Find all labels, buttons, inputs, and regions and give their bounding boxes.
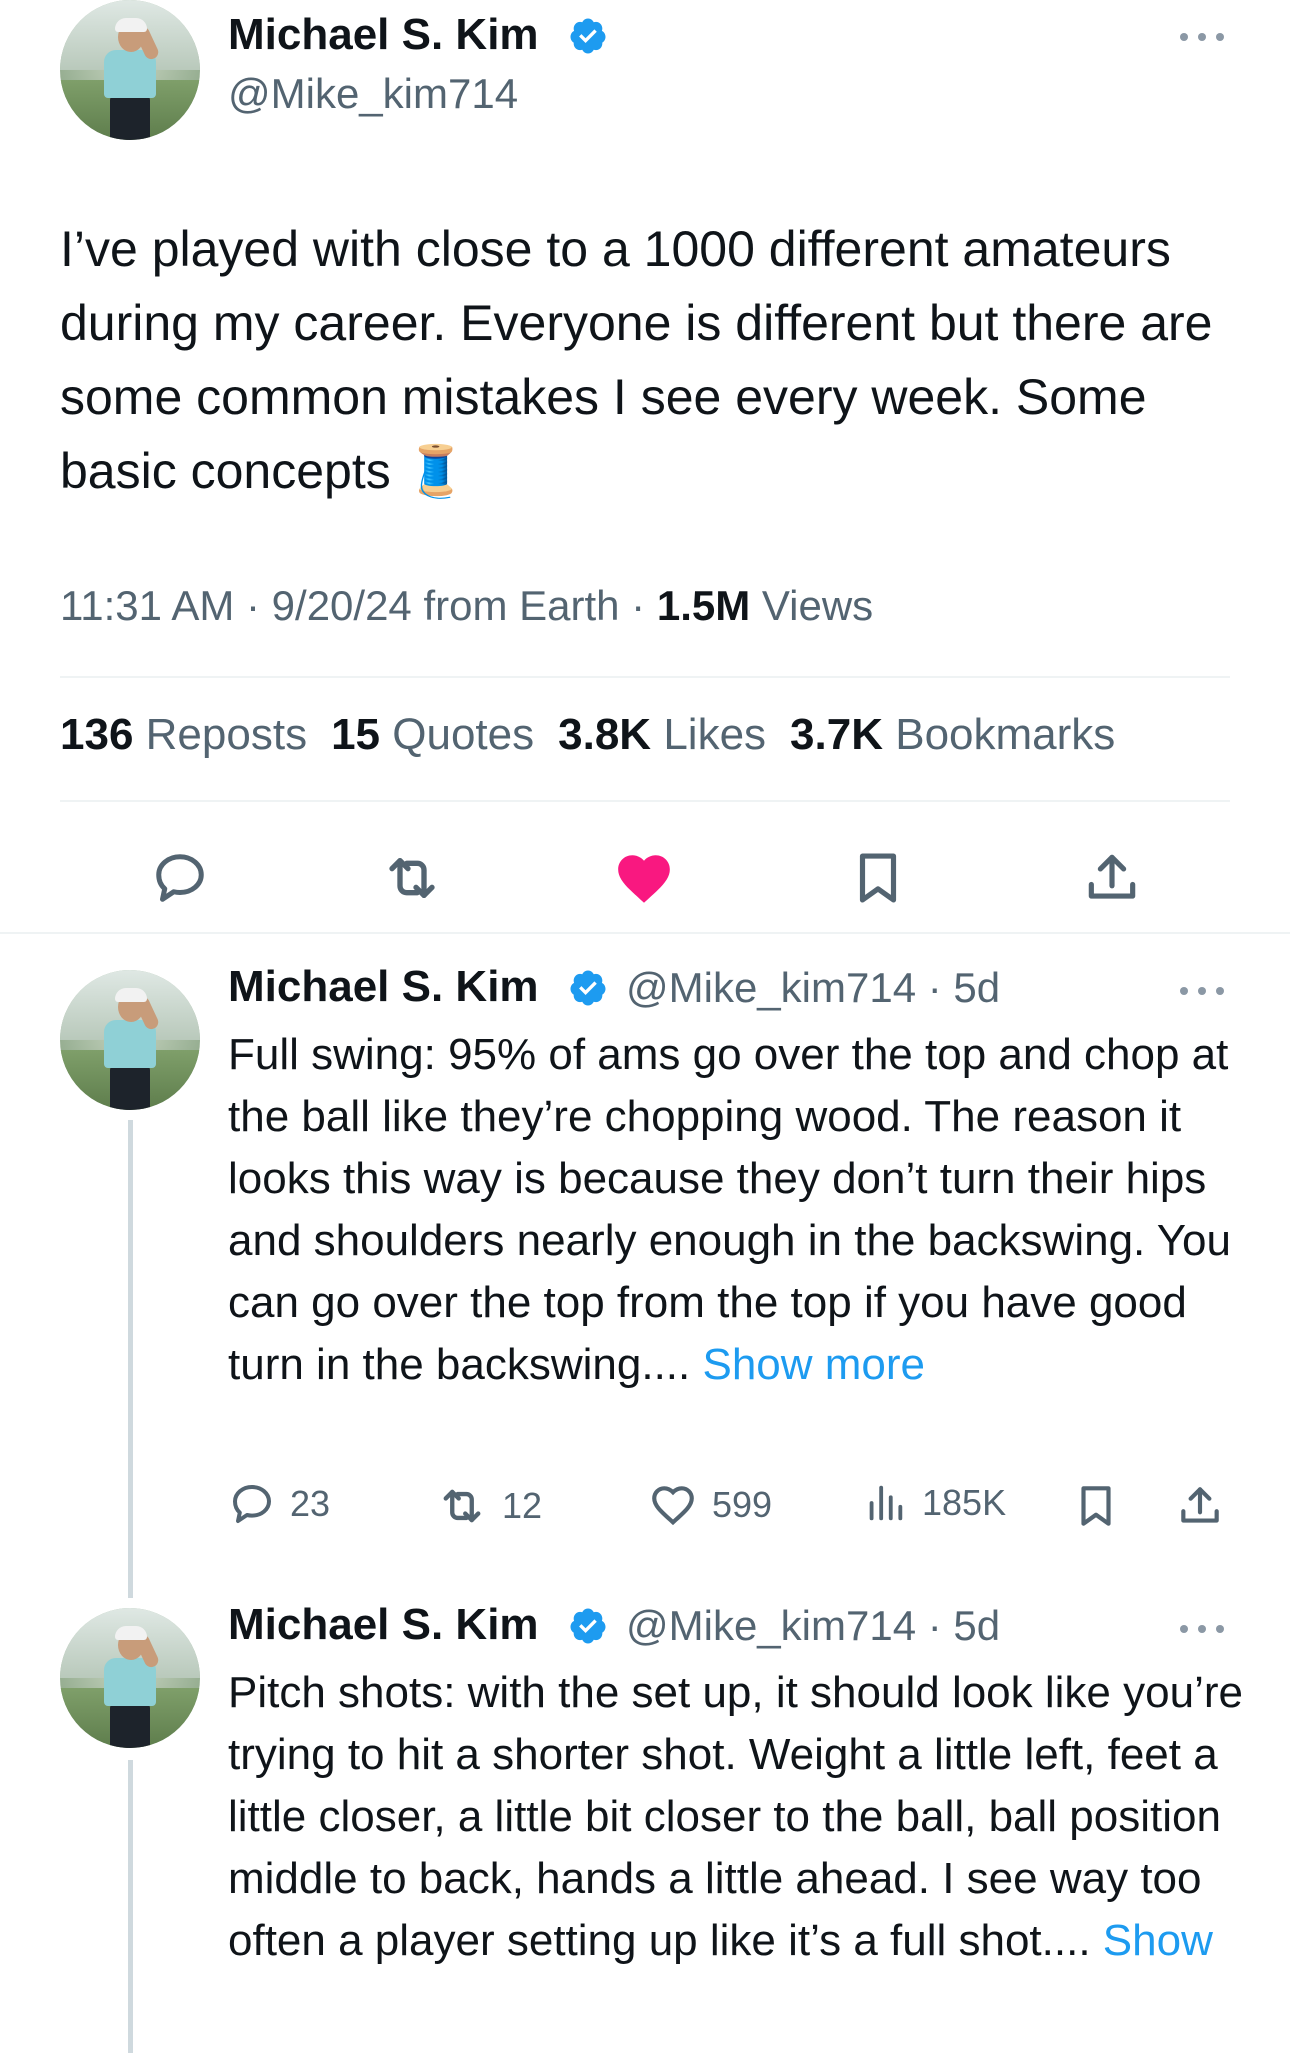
bookmark-icon — [859, 853, 897, 903]
bookmarks-label[interactable]: Bookmarks — [895, 710, 1115, 759]
reposts-count[interactable]: 136 — [60, 710, 133, 759]
divider — [60, 676, 1230, 678]
reply-icon — [233, 1485, 271, 1523]
verified-badge-icon — [570, 970, 606, 1006]
reply-count: 23 — [290, 1483, 331, 1524]
tweet-meta: 11:31 AM · 9/20/24 from Earth · 1.5M Vie… — [60, 582, 873, 630]
share-button[interactable] — [1072, 838, 1152, 918]
repost-button[interactable] — [372, 838, 452, 918]
heart-icon — [652, 1486, 694, 1526]
repost-count: 12 — [502, 1485, 543, 1526]
author-avatar[interactable] — [60, 970, 200, 1110]
like-button[interactable] — [604, 838, 684, 918]
tweet-text: I’ve played with close to a 1000 differe… — [60, 221, 1213, 499]
divider — [0, 932, 1290, 934]
views-label: Views — [750, 582, 874, 629]
share-icon — [1181, 1487, 1219, 1523]
reply-body: Full swing: 95% of ams go over the top a… — [228, 1030, 1231, 1389]
views-count: 1.5M — [656, 582, 751, 629]
author-handle-time[interactable]: @Mike_kim714 · 5d — [626, 1602, 1000, 1650]
author-name[interactable]: Michael S. Kim — [228, 962, 539, 1012]
show-more-link[interactable]: Show — [1103, 1916, 1213, 1965]
bookmark-button[interactable] — [1068, 1478, 1124, 1534]
share-button[interactable] — [1172, 1478, 1228, 1534]
reply-text: Full swing: 95% of ams go over the top a… — [228, 1024, 1248, 1396]
reposts-label[interactable]: Reposts — [146, 710, 307, 759]
thread-connector-line — [128, 1120, 133, 1598]
reply-count-button[interactable]: 23 — [228, 1480, 330, 1528]
like-count-button[interactable]: 599 — [648, 1480, 772, 1530]
more-options-icon[interactable] — [1180, 1622, 1224, 1634]
repost-count-button[interactable]: 12 — [436, 1480, 542, 1532]
show-more-link[interactable]: Show more — [702, 1340, 925, 1389]
share-icon — [1088, 854, 1136, 899]
author-handle-time[interactable]: @Mike_kim714 · 5d — [626, 964, 1000, 1012]
like-count: 599 — [712, 1484, 773, 1525]
quotes-count[interactable]: 15 — [331, 710, 380, 759]
reply-icon — [156, 854, 204, 902]
divider — [60, 800, 1230, 802]
verified-badge-icon — [570, 1608, 606, 1644]
more-options-icon[interactable] — [1180, 30, 1224, 42]
likes-label[interactable]: Likes — [663, 710, 766, 759]
repost-icon — [389, 858, 435, 898]
author-name[interactable]: Michael S. Kim — [228, 10, 539, 60]
bookmark-button[interactable] — [838, 838, 918, 918]
author-avatar[interactable] — [60, 1608, 200, 1748]
heart-filled-icon — [618, 855, 670, 903]
thread-connector-line — [128, 1760, 133, 2053]
author-avatar[interactable] — [60, 0, 200, 140]
author-handle[interactable]: @Mike_kim714 — [228, 70, 518, 118]
bookmark-icon — [1081, 1486, 1111, 1526]
reply-body: Pitch shots: with the set up, it should … — [228, 1668, 1243, 1965]
engagement-stats: 136 Reposts 15 Quotes 3.8K Likes 3.7K Bookm… — [60, 710, 1115, 760]
quotes-label[interactable]: Quotes — [392, 710, 534, 759]
reply-button[interactable] — [140, 838, 220, 918]
likes-count[interactable]: 3.8K — [558, 710, 651, 759]
views-count-button[interactable]: 185K — [862, 1480, 1006, 1526]
verified-badge-icon — [570, 18, 606, 54]
views-chart-icon — [869, 1485, 903, 1521]
author-name[interactable]: Michael S. Kim — [228, 1600, 539, 1650]
reply-text: Pitch shots: with the set up, it should … — [228, 1662, 1248, 1972]
repost-icon — [443, 1489, 481, 1523]
views-count: 185K — [922, 1482, 1007, 1523]
tweet-timestamp[interactable]: 11:31 AM · 9/20/24 from Earth · — [60, 582, 657, 629]
more-options-icon[interactable] — [1180, 984, 1224, 996]
bookmarks-count[interactable]: 3.7K — [790, 710, 883, 759]
